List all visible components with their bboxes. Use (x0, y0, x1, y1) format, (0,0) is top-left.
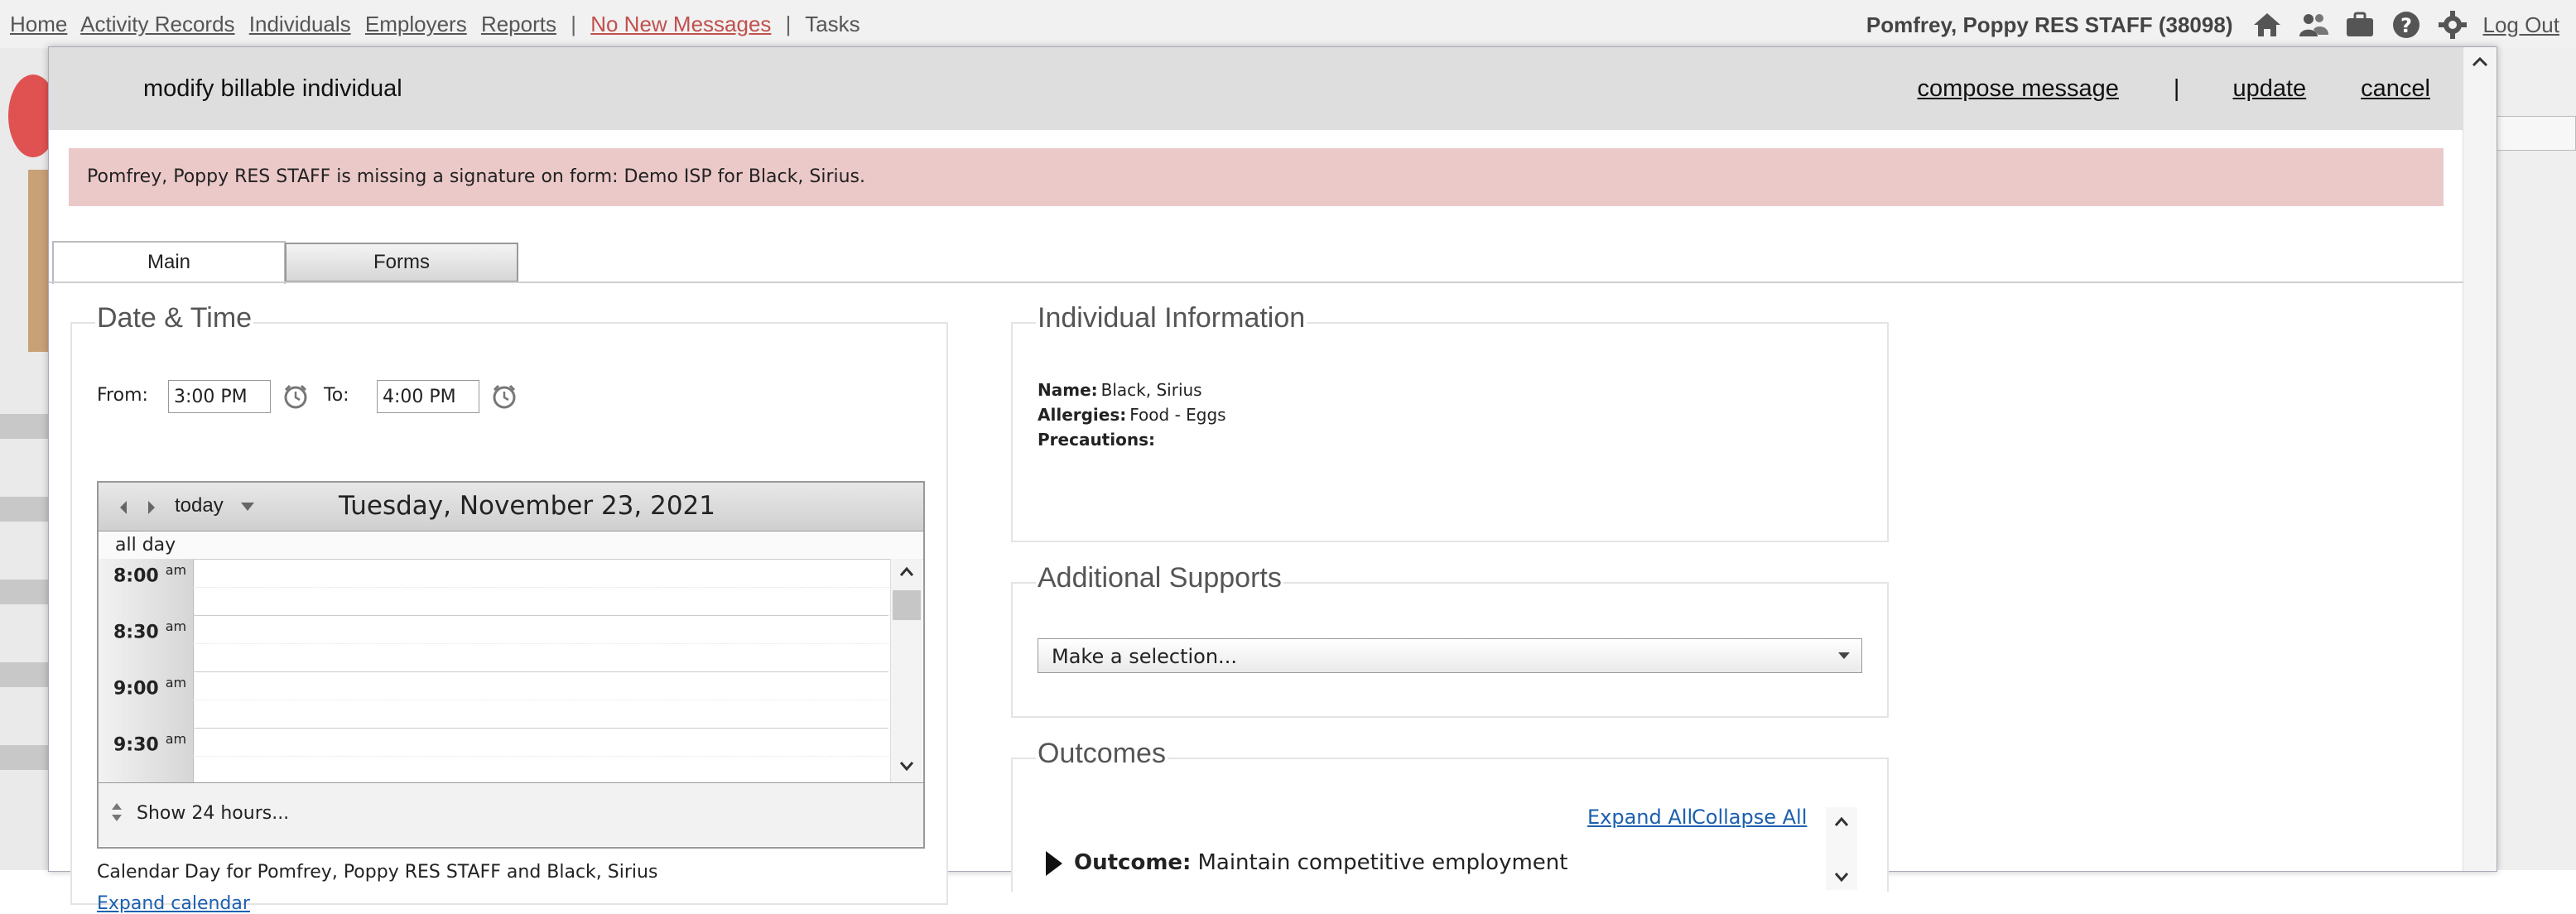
svg-text:?: ? (2401, 14, 2413, 37)
background-row (0, 414, 48, 439)
tab-divider (49, 281, 2463, 283)
time-label: 8:30 am (113, 618, 187, 643)
individual-allergies: Allergies: Food - Eggs (1038, 405, 1226, 425)
time-slot[interactable] (193, 728, 888, 729)
nav-messages[interactable]: No New Messages (590, 12, 771, 36)
nav-user-area: Pomfrey, Poppy RES STAFF (38098) ? Log O… (1866, 10, 2559, 40)
to-label: To: (324, 385, 349, 406)
background-row (0, 745, 48, 770)
dialog-title: modify billable individual (143, 75, 402, 102)
gear-icon[interactable] (2436, 10, 2469, 40)
scrollbar-thumb[interactable] (893, 590, 921, 620)
all-day-row[interactable]: all day (99, 532, 923, 560)
outcomes-legend: Outcomes (1036, 738, 1168, 770)
current-user: Pomfrey, Poppy RES STAFF (38098) (1866, 12, 2233, 37)
compose-message-button[interactable]: compose message (1918, 75, 2119, 102)
nav-home[interactable]: Home (10, 12, 67, 36)
scroll-up-icon[interactable] (1833, 814, 1850, 830)
date-time-panel: Date & Time From: 3:00 PM To: 4:00 PM to… (70, 302, 948, 914)
modify-billable-dialog: modify billable individual compose messa… (48, 46, 2497, 914)
time-label: 9:00 am (113, 675, 187, 700)
tab-forms[interactable]: Forms (285, 243, 518, 282)
next-day-icon[interactable] (145, 499, 158, 516)
dialog-actions: compose message | update cancel (1918, 75, 2430, 103)
background-photo (28, 170, 50, 352)
expand-calendar-link[interactable]: Expand calendar (97, 893, 250, 914)
time-slot[interactable] (193, 756, 888, 757)
time-label: 8:00 am (113, 562, 187, 587)
nav-links: Home Activity Records Individuals Employ… (10, 12, 869, 37)
expand-arrows-icon (112, 803, 122, 821)
calendar-header: today Tuesday, November 23, 2021 (99, 483, 923, 532)
outcome-row[interactable]: Outcome: Maintain competitive employment (1046, 850, 1567, 876)
nav-reports[interactable]: Reports (481, 12, 556, 36)
select-placeholder: Make a selection... (1052, 645, 1237, 668)
people-icon[interactable] (2297, 10, 2330, 40)
home-icon[interactable] (2251, 10, 2284, 40)
chevron-down-icon[interactable] (239, 501, 256, 512)
all-day-label: all day (115, 535, 176, 556)
scroll-down-icon[interactable] (898, 758, 915, 774)
show-24-hours-bar[interactable]: Show 24 hours... (99, 782, 923, 846)
cancel-button[interactable]: cancel (2361, 75, 2430, 102)
time-slot[interactable] (193, 587, 888, 588)
nav-individuals[interactable]: Individuals (249, 12, 351, 36)
individual-info-legend: Individual Information (1036, 302, 1307, 334)
nav-separator: | (785, 12, 792, 36)
tab-main[interactable]: Main (52, 241, 286, 284)
background-row (0, 580, 48, 604)
from-label: From: (97, 385, 148, 406)
update-button[interactable]: update (2232, 75, 2306, 102)
clock-icon[interactable] (491, 383, 518, 410)
calendar-scrollbar[interactable] (890, 559, 922, 782)
time-slot[interactable] (193, 671, 888, 672)
scroll-up-icon[interactable] (898, 564, 915, 580)
outcomes-scrollbar[interactable] (1826, 807, 1857, 890)
nav-employers[interactable]: Employers (365, 12, 467, 36)
nav-separator: | (571, 12, 576, 36)
outcome-value: Maintain competitive employment (1197, 850, 1568, 875)
scroll-down-icon[interactable] (1833, 868, 1850, 885)
dialog-scrollbar[interactable] (2463, 47, 2497, 871)
clock-icon[interactable] (282, 383, 309, 410)
to-time-input[interactable]: 4:00 PM (377, 380, 479, 413)
time-slot[interactable] (193, 559, 888, 560)
calendar-caption: Calendar Day for Pomfrey, Poppy RES STAF… (97, 862, 658, 883)
individual-precautions: Precautions: (1038, 430, 1155, 450)
scroll-up-icon[interactable] (2470, 52, 2490, 72)
collapse-all-link[interactable]: Collapse All (1692, 806, 1807, 829)
today-button[interactable]: today (175, 494, 224, 517)
signature-alert: Pomfrey, Poppy RES STAFF is missing a si… (69, 148, 2444, 206)
time-slot[interactable] (193, 643, 888, 644)
outcomes-panel: Outcomes Expand All Collapse All Outcome… (1011, 738, 1889, 892)
background-row (0, 497, 48, 522)
expand-triangle-icon[interactable] (1046, 850, 1062, 876)
top-nav: Home Activity Records Individuals Employ… (0, 0, 2576, 48)
individual-name: Name: Black, Sirius (1038, 380, 1202, 400)
date-time-legend: Date & Time (95, 302, 254, 334)
nav-activity-records[interactable]: Activity Records (80, 12, 234, 36)
additional-supports-panel: Additional Supports Make a selection... (1011, 562, 1889, 718)
dialog-header: modify billable individual compose messa… (49, 47, 2463, 130)
time-label: 9:30 am (113, 731, 187, 756)
logout-link[interactable]: Log Out (2482, 12, 2559, 38)
supports-select[interactable]: Make a selection... (1038, 638, 1862, 673)
from-time-input[interactable]: 3:00 PM (168, 380, 271, 413)
individual-info-panel: Individual Information Name: Black, Siriu… (1011, 302, 1889, 542)
chevron-down-icon (1838, 652, 1850, 659)
alert-message: Pomfrey, Poppy RES STAFF is missing a si… (87, 166, 865, 187)
actions-separator: | (2173, 75, 2180, 102)
calendar-date: Tuesday, November 23, 2021 (339, 491, 715, 521)
background-row (0, 662, 48, 687)
additional-supports-legend: Additional Supports (1036, 562, 1283, 594)
day-calendar: today Tuesday, November 23, 2021 all day… (97, 481, 925, 849)
show-24-hours-link[interactable]: Show 24 hours... (137, 803, 289, 824)
time-slot[interactable] (193, 615, 888, 616)
expand-all-link[interactable]: Expand All (1587, 806, 1692, 829)
briefcase-icon[interactable] (2343, 10, 2376, 40)
prev-day-icon[interactable] (117, 499, 130, 516)
nav-tasks[interactable]: Tasks (805, 12, 859, 36)
help-icon[interactable]: ? (2390, 10, 2423, 40)
